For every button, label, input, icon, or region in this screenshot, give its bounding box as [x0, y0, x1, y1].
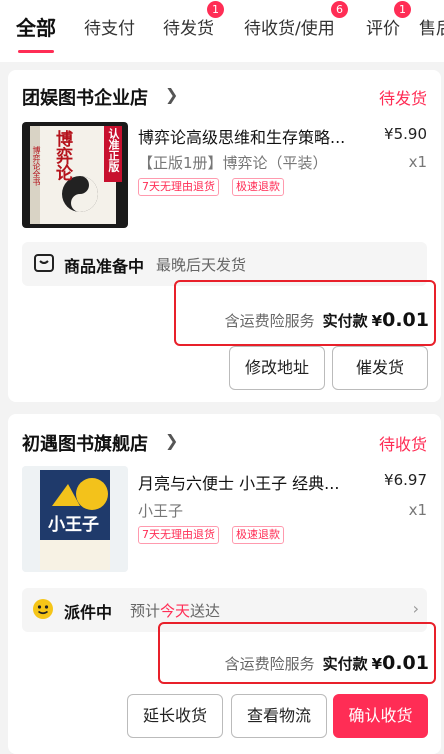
shop-name[interactable]: 团娱图书企业店 — [22, 84, 148, 110]
order-card: 初遇图书旗舰店 ❯ 待收货 小王子 月亮与六便士 小王子 经典... ¥6.97… — [8, 414, 441, 754]
cover-title: 博弈论 — [52, 130, 72, 181]
order-tabs: 全部 待支付 待发货 1 待收货/使用 6 评价 1 售后 — [0, 0, 444, 62]
shipping-title: 商品准备中 — [64, 257, 145, 276]
highlight-box — [174, 280, 436, 346]
tag-7day-return: 7天无理由退货 — [138, 178, 219, 196]
tab-pending-shipment[interactable]: 待发货 — [163, 14, 214, 39]
product-spec: 【正版1册】博弈论（平装） — [138, 154, 328, 172]
highlight-box — [158, 622, 436, 684]
order-status: 待发货 — [378, 89, 427, 108]
cover-ribbon: 认准正版 — [107, 128, 120, 172]
chevron-right-icon[interactable]: ❯ — [165, 85, 178, 104]
courier-icon — [33, 599, 53, 619]
tag-fast-refund: 极速退款 — [232, 526, 284, 544]
chevron-right-icon[interactable]: ❯ — [165, 431, 178, 450]
urge-shipment-button[interactable]: 催发货 — [332, 346, 428, 390]
shop-name[interactable]: 初遇图书旗舰店 — [22, 430, 148, 456]
order-status: 待收货 — [378, 435, 427, 454]
shipping-description: 最晚后天发货 — [156, 256, 247, 274]
eta-day: 今天 — [160, 602, 191, 620]
view-logistics-button[interactable]: 查看物流 — [231, 694, 327, 738]
product-price: ¥6.97 — [384, 471, 427, 489]
tab-pending-receipt-badge: 6 — [331, 1, 348, 18]
cover-title: 小王子 — [48, 515, 99, 535]
eta-prefix: 预计 — [130, 602, 161, 620]
active-tab-indicator — [18, 50, 54, 53]
tab-pending-payment[interactable]: 待支付 — [84, 14, 135, 39]
tab-pending-receipt[interactable]: 待收货/使用 — [244, 14, 335, 39]
tab-review[interactable]: 评价 — [366, 14, 400, 39]
cover-side-text: 博弈论全书 — [32, 146, 41, 186]
tab-after-sales[interactable]: 售后 — [419, 14, 444, 39]
order-card: 团娱图书企业店 ❯ 待发货 博弈论 博弈论全书 认准正版 博弈论高级思维和生存策… — [8, 70, 441, 402]
tab-review-badge: 1 — [394, 1, 411, 18]
tag-fast-refund: 极速退款 — [232, 178, 284, 196]
extend-receipt-button[interactable]: 延长收货 — [127, 694, 223, 738]
modify-address-button[interactable]: 修改地址 — [229, 346, 325, 390]
shipping-title: 派件中 — [64, 603, 113, 622]
product-title[interactable]: 月亮与六便士 小王子 经典... — [138, 470, 339, 494]
package-box-icon — [34, 254, 54, 272]
tab-pending-shipment-badge: 1 — [207, 1, 224, 18]
tag-7day-return: 7天无理由退货 — [138, 526, 219, 544]
shipping-description: 预计今天送达 — [130, 600, 220, 621]
product-spec: 小王子 — [138, 502, 184, 520]
product-quantity: x1 — [408, 153, 427, 171]
product-thumbnail[interactable]: 小王子 — [22, 466, 128, 572]
chevron-right-icon[interactable]: › — [413, 599, 419, 618]
confirm-receipt-button[interactable]: 确认收货 — [333, 694, 428, 738]
product-title[interactable]: 博弈论高级思维和生存策略... — [138, 124, 345, 148]
tab-all[interactable]: 全部 — [16, 12, 56, 41]
product-thumbnail[interactable]: 博弈论 博弈论全书 认准正版 — [22, 122, 128, 228]
product-quantity: x1 — [408, 501, 427, 519]
eta-suffix: 送达 — [190, 602, 221, 620]
product-price: ¥5.90 — [384, 125, 427, 143]
